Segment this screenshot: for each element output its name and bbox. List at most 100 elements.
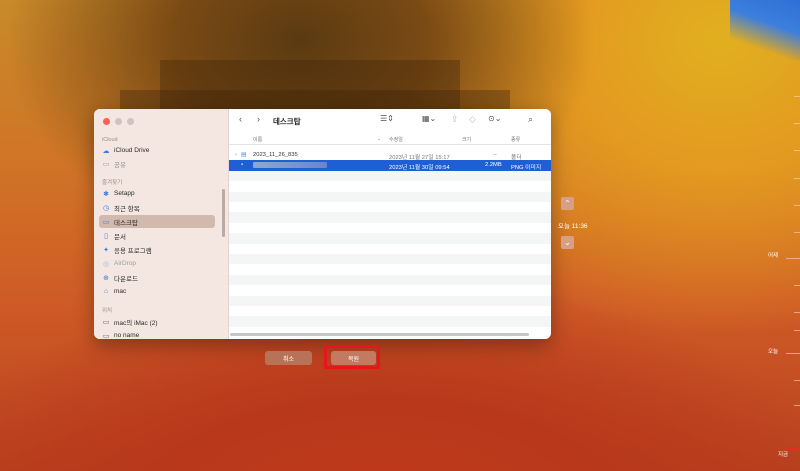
timeline-tick (794, 285, 800, 286)
sidebar-item-shared[interactable]: ▭ 공유 (99, 157, 215, 170)
folder-icon: ▤ (241, 152, 247, 158)
sidebar-item-recents[interactable]: ◷ 최근 항목 (99, 201, 215, 214)
empty-row (229, 233, 551, 244)
window-title: 데스크탑 (273, 117, 301, 126)
empty-row (229, 254, 551, 265)
sidebar-item-label: no name (114, 332, 140, 339)
sidebar-section-favorites: 즐겨찾기 (102, 180, 123, 186)
timeline-label-yesterday[interactable]: 어제 (768, 251, 778, 259)
empty-row (229, 295, 551, 306)
sidebar: iCloud ☁ iCloud Drive ▭ 공유 즐겨찾기 ✱ Setapp… (94, 109, 229, 339)
timeline-tick (794, 96, 800, 97)
sidebar-item-label: 공유 (114, 161, 126, 169)
sidebar-scrollbar[interactable] (222, 189, 225, 237)
sidebar-item-home[interactable]: ⌂ mac (99, 285, 215, 298)
sidebar-item-label: 데스크탑 (114, 219, 138, 227)
applications-icon: ✦ (103, 246, 109, 254)
sidebar-section-icloud: iCloud (102, 137, 118, 143)
later-arrow-button[interactable]: ⌄ (561, 236, 574, 249)
highlight-box (324, 345, 380, 369)
sidebar-item-icloud-drive[interactable]: ☁ iCloud Drive (99, 144, 215, 157)
timeline-tick (794, 330, 800, 331)
empty-row (229, 212, 551, 223)
sidebar-item-label: AirDrop (114, 260, 137, 267)
timeline-tick (794, 178, 800, 179)
disk-icon: ▭ (102, 332, 110, 340)
sidebar-item-imac[interactable]: ▭ mac의 iMac (2) (99, 315, 215, 328)
airdrop-icon: ◎ (102, 260, 110, 268)
timeline-tick (794, 150, 800, 151)
sidebar-item-applications[interactable]: ✦ 응용 프로그램 (99, 243, 215, 256)
sidebar-section-locations: 위치 (102, 308, 113, 314)
clock-icon: ◷ (102, 204, 110, 212)
sidebar-item-desktop[interactable]: ▭ 데스크탑 (99, 215, 215, 228)
empty-row (229, 170, 551, 182)
tag-icon[interactable]: ◇ (469, 114, 476, 125)
empty-row (229, 316, 551, 327)
window-controls (103, 118, 134, 125)
list-view-icon[interactable]: ☰⇕ (380, 114, 394, 123)
sidebar-item-label: mac (114, 288, 127, 295)
sidebar-item-setapp[interactable]: ✱ Setapp (99, 187, 215, 200)
restore-dialog: iCloud ☁ iCloud Drive ▭ 공유 즐겨찾기 ✱ Setapp… (94, 109, 551, 339)
time-machine-timeline[interactable] (786, 0, 800, 471)
table-row[interactable]: › ▤ 2023_11_26_835 2023년 11월 27일 15:17 -… (229, 150, 551, 161)
share-icon[interactable]: ⇪ (451, 114, 459, 125)
column-modified-header[interactable]: 수정일 (389, 136, 403, 143)
earlier-arrow-button[interactable]: ⌃ (561, 197, 574, 210)
file-size: 2.2MB (485, 162, 502, 169)
sidebar-item-airdrop[interactable]: ◎ AirDrop (99, 257, 215, 270)
sidebar-item-documents[interactable]: ▯ 문서 (99, 229, 215, 242)
table-row-selected[interactable]: ▪ 2023년 11월 30일 09:54 2.2MB PNG 이미지 (229, 160, 551, 171)
close-window-button[interactable] (103, 118, 110, 125)
current-time-label: 오늘 11:36 (558, 223, 588, 230)
empty-row (229, 191, 551, 202)
sidebar-item-label: 문서 (114, 233, 126, 241)
timeline-tick-major (786, 353, 800, 354)
timeline-tick-major (786, 258, 800, 259)
search-icon[interactable]: ⌕ (528, 114, 533, 125)
timeline-label-today[interactable]: 오늘 (768, 347, 778, 355)
download-icon: ⊕ (103, 274, 109, 282)
redacted-file-name (253, 162, 327, 169)
home-icon: ⌂ (103, 288, 109, 295)
sidebar-item-label: iCloud Drive (114, 147, 150, 154)
disclosure-arrow-icon[interactable]: › (235, 152, 237, 158)
file-name: 2023_11_26_835 (253, 152, 298, 158)
more-actions-icon[interactable]: ⊙⌄ (488, 114, 501, 123)
sidebar-item-downloads[interactable]: ⊕ 다운로드 (99, 271, 215, 284)
column-name-header[interactable]: 이름 (253, 136, 262, 143)
timeline-tick (794, 205, 800, 206)
group-icon[interactable]: ▦⌄ (422, 114, 436, 123)
timeline-tick (794, 312, 800, 313)
toolbar: ‹ › 데스크탑 ☰⇕ ▦⌄ ⇪ ◇ ⊙⌄ ⌕ (229, 109, 551, 133)
sidebar-item-label: 다운로드 (114, 275, 138, 283)
sort-chevron-icon[interactable]: ⌄ (377, 136, 381, 142)
empty-row (229, 274, 551, 286)
back-icon[interactable]: ‹ (239, 114, 242, 124)
sidebar-item-label: 응용 프로그램 (114, 247, 152, 255)
setapp-icon: ✱ (103, 190, 109, 198)
cancel-button[interactable]: 취소 (265, 351, 312, 365)
timeline-tick (794, 123, 800, 124)
sidebar-item-label: 최근 항목 (114, 205, 140, 213)
forward-icon[interactable]: › (257, 114, 260, 124)
timeline-label-now[interactable]: 지금 (778, 450, 788, 458)
column-headers: 이름 ⌄ 수정일 크기 종류 (229, 133, 551, 145)
sidebar-item-no-name[interactable]: ▭ no name (99, 329, 215, 339)
minimize-window-button[interactable] (115, 118, 122, 125)
timeline-tick (794, 232, 800, 233)
wallpaper-shadow (120, 90, 510, 110)
timeline-tick (794, 405, 800, 406)
shared-folder-icon: ▭ (102, 160, 110, 168)
timeline-tick (794, 380, 800, 381)
document-icon: ▯ (104, 232, 108, 240)
zoom-window-button[interactable] (127, 118, 134, 125)
desktop-icon: ▭ (102, 218, 110, 226)
computer-icon: ▭ (102, 318, 110, 326)
file-list: › ▤ 2023_11_26_835 2023년 11월 27일 15:17 -… (229, 145, 551, 330)
column-kind-header[interactable]: 종류 (511, 136, 520, 143)
horizontal-scrollbar[interactable] (230, 333, 529, 336)
column-size-header[interactable]: 크기 (462, 136, 471, 143)
sidebar-item-label: mac의 iMac (2) (114, 319, 158, 327)
